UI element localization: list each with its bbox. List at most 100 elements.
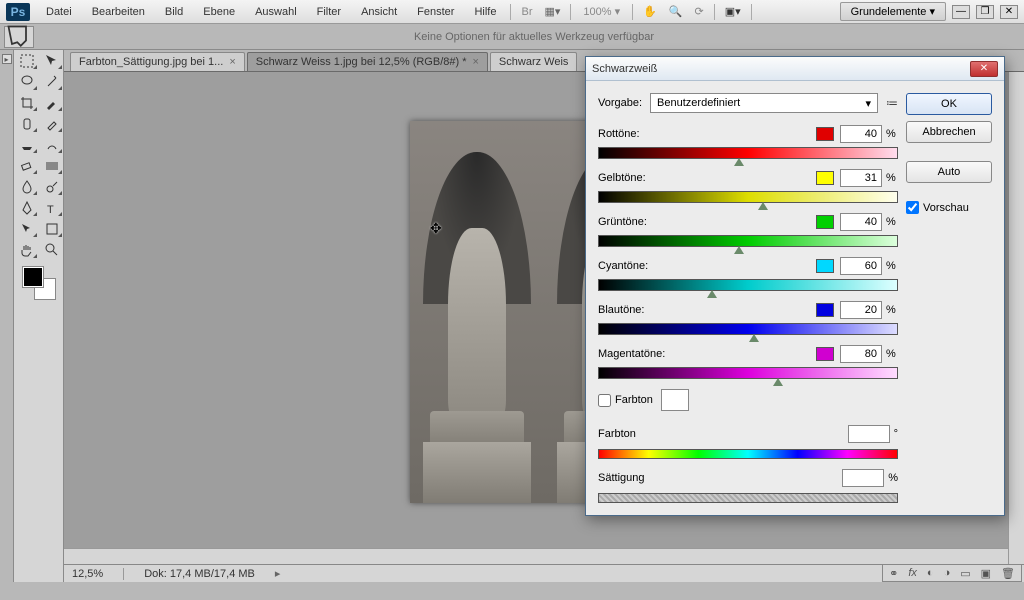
zoom-display[interactable]: 100% ▾ — [575, 5, 628, 18]
color-value-input[interactable] — [840, 345, 882, 363]
menu-view[interactable]: Ansicht — [351, 2, 407, 22]
menu-window[interactable]: Fenster — [407, 2, 464, 22]
preset-menu-icon[interactable]: ≔ — [886, 96, 898, 110]
hand-tool-icon[interactable]: ✋ — [637, 5, 663, 18]
pen-tool[interactable] — [14, 197, 39, 218]
workspace-selector[interactable]: Grundelemente ▾ — [840, 2, 946, 21]
status-zoom[interactable]: 12,5% — [72, 568, 103, 580]
current-tool-icon[interactable] — [4, 26, 34, 48]
move-tool[interactable] — [39, 50, 64, 71]
minimize-button[interactable]: — — [952, 5, 970, 19]
color-slider[interactable] — [598, 323, 898, 335]
eraser-tool[interactable] — [14, 155, 39, 176]
path-selection-tool[interactable] — [14, 218, 39, 239]
dialog-titlebar[interactable]: Schwarzweiß ✕ — [586, 57, 1004, 81]
clone-stamp-tool[interactable] — [14, 134, 39, 155]
type-tool[interactable]: T — [39, 197, 64, 218]
color-swatch[interactable] — [816, 259, 834, 273]
lasso-tool[interactable] — [14, 71, 39, 92]
slider-thumb-icon[interactable] — [734, 158, 744, 166]
menu-edit[interactable]: Bearbeiten — [82, 2, 155, 22]
slider-thumb-icon[interactable] — [734, 246, 744, 254]
mask-icon[interactable]: ◐ — [927, 567, 934, 579]
tint-checkbox[interactable]: Farbton — [598, 394, 653, 407]
expand-icon[interactable]: ▸ — [2, 54, 12, 64]
film-icon[interactable]: ▦▾ — [538, 5, 566, 18]
status-arrow-icon[interactable]: ▸ — [275, 567, 281, 580]
menu-help[interactable]: Hilfe — [464, 2, 506, 22]
slider-thumb-icon[interactable] — [773, 378, 783, 386]
color-swatch[interactable] — [816, 303, 834, 317]
color-swatch[interactable] — [816, 127, 834, 141]
document-tab[interactable]: Schwarz Weis — [490, 52, 577, 71]
menu-file[interactable]: Datei — [36, 2, 82, 22]
color-value-input[interactable] — [840, 213, 882, 231]
brush-tool[interactable] — [39, 113, 64, 134]
color-value-input[interactable] — [840, 301, 882, 319]
hand-tool[interactable] — [14, 239, 39, 260]
auto-button[interactable]: Auto — [906, 161, 992, 183]
color-slider[interactable] — [598, 147, 898, 159]
slider-thumb-icon[interactable] — [707, 290, 717, 298]
foreground-color-swatch[interactable] — [22, 266, 44, 288]
link-icon[interactable]: ⚭ — [889, 567, 898, 580]
healing-brush-tool[interactable] — [14, 113, 39, 134]
eyedropper-tool[interactable] — [39, 92, 64, 113]
color-swatch[interactable] — [816, 215, 834, 229]
color-swatch[interactable] — [816, 171, 834, 185]
preview-checkbox[interactable]: Vorschau — [906, 201, 992, 214]
screen-mode-icon[interactable]: ▣▾ — [719, 5, 747, 18]
slider-thumb-icon[interactable] — [758, 202, 768, 210]
preset-dropdown[interactable]: Benutzerdefiniert ▾ — [650, 93, 878, 113]
menu-image[interactable]: Bild — [155, 2, 193, 22]
magic-wand-tool[interactable] — [39, 71, 64, 92]
color-slider[interactable] — [598, 191, 898, 203]
menu-select[interactable]: Auswahl — [245, 2, 307, 22]
slider-thumb-icon[interactable] — [749, 334, 759, 342]
menu-layer[interactable]: Ebene — [193, 2, 245, 22]
cancel-button[interactable]: Abbrechen — [906, 121, 992, 143]
crop-tool[interactable] — [14, 92, 39, 113]
color-swatch[interactable] — [816, 347, 834, 361]
vertical-scrollbar[interactable] — [1008, 72, 1024, 564]
hue-input[interactable] — [848, 425, 890, 443]
color-value-input[interactable] — [840, 169, 882, 187]
color-slider[interactable] — [598, 235, 898, 247]
color-value-input[interactable] — [840, 257, 882, 275]
marquee-tool[interactable] — [14, 50, 39, 71]
tab-close-icon[interactable]: × — [229, 56, 235, 68]
gradient-tool[interactable] — [39, 155, 64, 176]
history-brush-tool[interactable] — [39, 134, 64, 155]
ok-button[interactable]: OK — [906, 93, 992, 115]
bridge-icon[interactable]: Br — [515, 6, 538, 18]
saturation-input[interactable] — [842, 469, 884, 487]
color-slider[interactable] — [598, 279, 898, 291]
tab-close-icon[interactable]: × — [472, 56, 478, 68]
shape-tool[interactable] — [39, 218, 64, 239]
dodge-tool[interactable] — [39, 176, 64, 197]
fx-icon[interactable]: fx — [908, 567, 917, 579]
trash-icon[interactable]: 🗑 — [1001, 567, 1015, 580]
tint-color-box[interactable] — [661, 389, 689, 411]
saturation-slider[interactable] — [598, 493, 898, 503]
hue-slider[interactable] — [598, 449, 898, 459]
color-slider[interactable] — [598, 367, 898, 379]
zoom-tool[interactable] — [39, 239, 64, 260]
document-tab[interactable]: Schwarz Weiss 1.jpg bei 12,5% (RGB/8#) *… — [247, 52, 488, 71]
close-button[interactable]: ✕ — [1000, 5, 1018, 19]
horizontal-scrollbar[interactable] — [64, 548, 1008, 564]
restore-button[interactable]: ❐ — [976, 5, 994, 19]
zoom-tool-icon[interactable]: 🔍 — [663, 5, 689, 18]
preview-checkbox-input[interactable] — [906, 201, 919, 214]
new-layer-icon[interactable]: ▣ — [981, 567, 991, 580]
dialog-close-button[interactable]: ✕ — [970, 61, 998, 77]
folder-icon[interactable]: ▭ — [960, 567, 970, 580]
tint-checkbox-input[interactable] — [598, 394, 611, 407]
document-tab[interactable]: Farbton_Sättigung.jpg bei 1...× — [70, 52, 245, 71]
adjustment-icon[interactable]: ◑ — [944, 567, 951, 579]
color-value-input[interactable] — [840, 125, 882, 143]
rotate-view-icon[interactable]: ⟳ — [689, 5, 710, 18]
menu-filter[interactable]: Filter — [307, 2, 351, 22]
status-doc-size[interactable]: Dok: 17,4 MB/17,4 MB — [144, 568, 255, 580]
blur-tool[interactable] — [14, 176, 39, 197]
